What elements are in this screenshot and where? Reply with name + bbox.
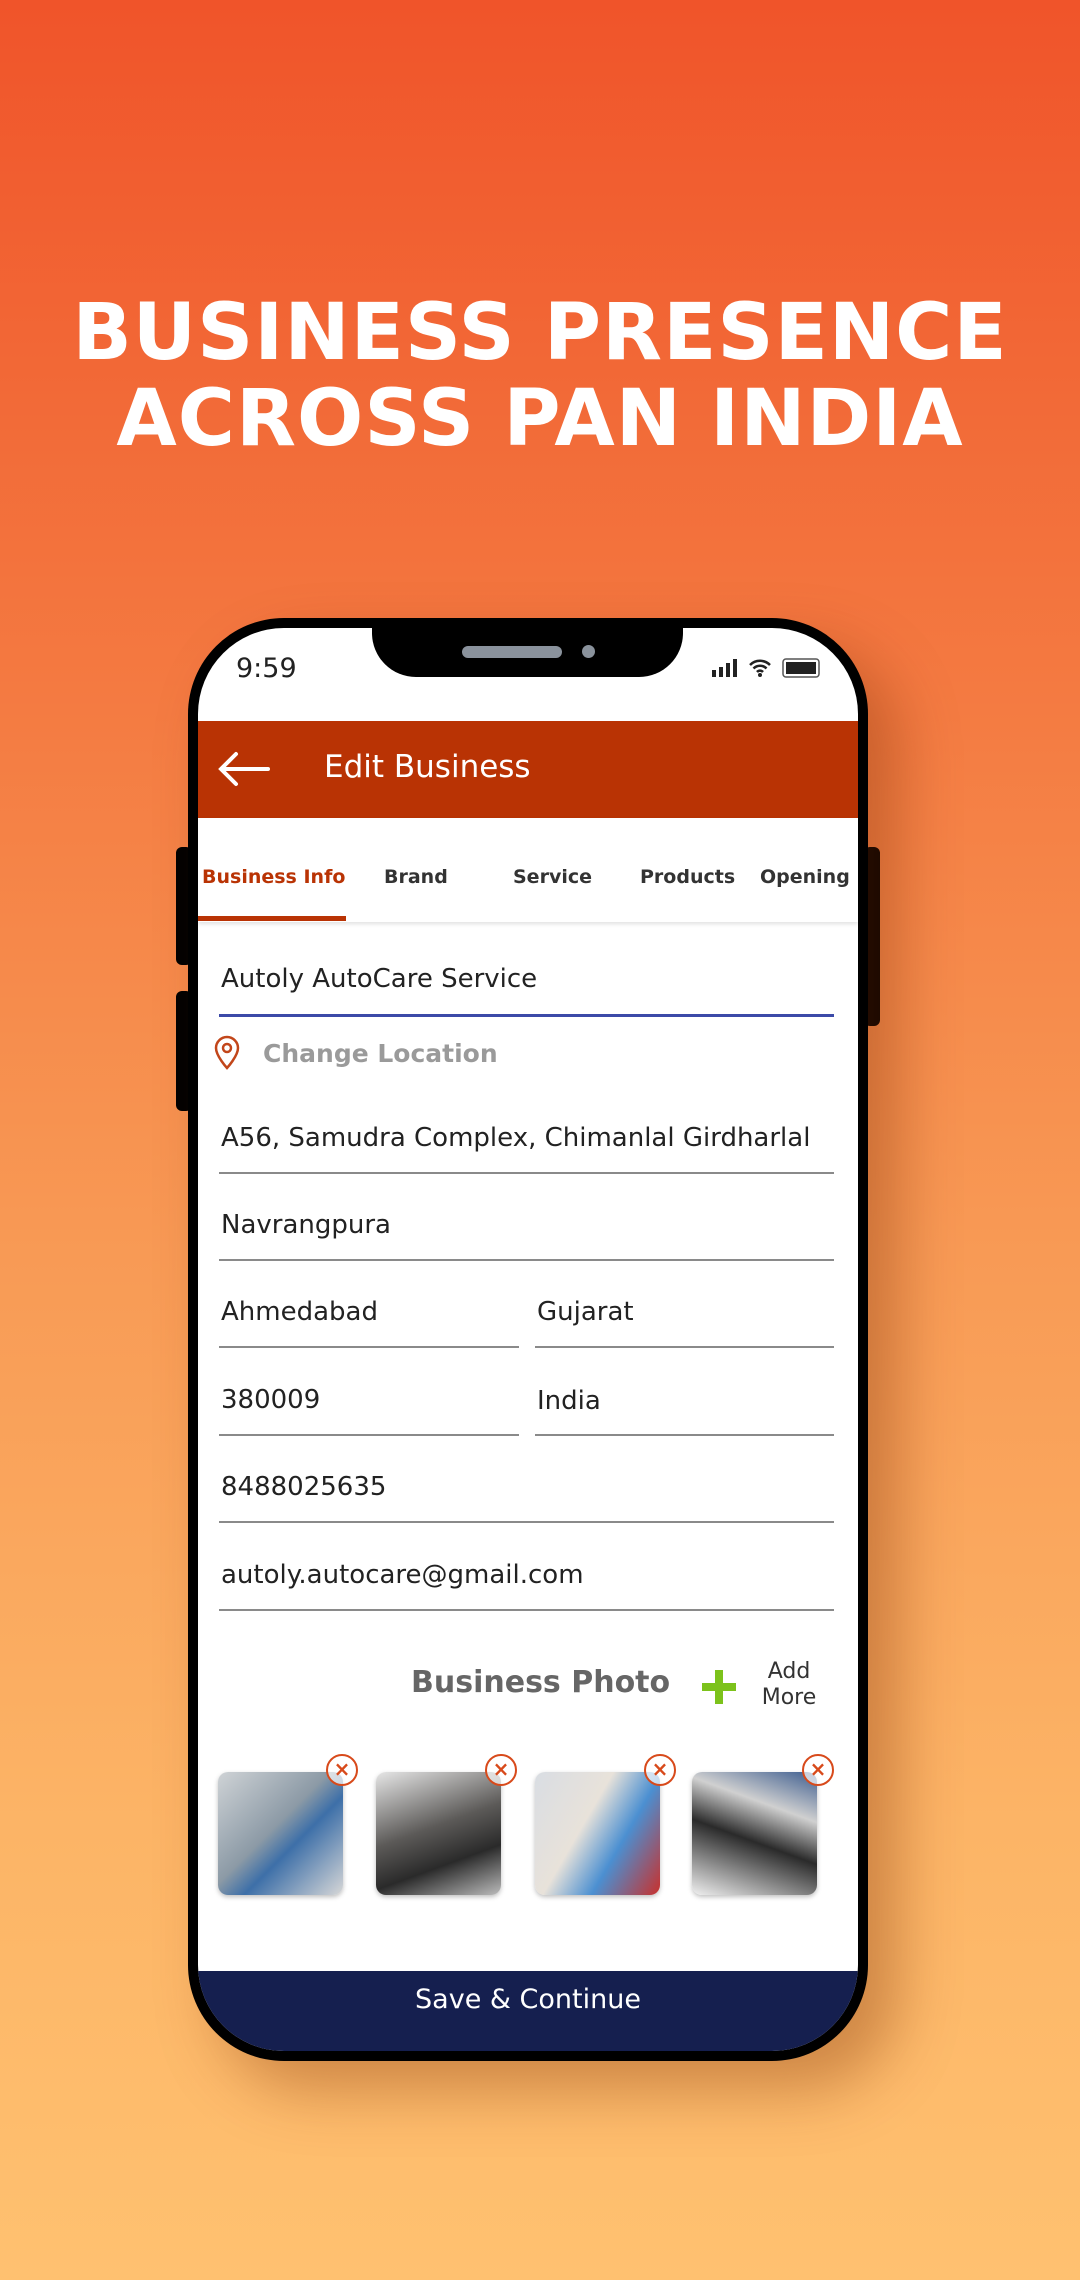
add-photo-plus-icon[interactable] bbox=[702, 1670, 736, 1704]
headline: BUSINESS PRESENCE ACROSS PAN INDIA bbox=[0, 290, 1080, 462]
remove-photo-icon[interactable]: × bbox=[644, 1754, 676, 1786]
tab-business-info[interactable]: Business Info bbox=[202, 866, 345, 888]
signal-icon bbox=[712, 659, 737, 677]
app-bar: Edit Business bbox=[198, 721, 858, 818]
tab-opening[interactable]: Opening bbox=[760, 866, 850, 888]
status-icons bbox=[712, 658, 820, 678]
state-input[interactable]: Gujarat bbox=[535, 1297, 834, 1348]
location-pin-icon bbox=[214, 1035, 240, 1070]
active-tab-indicator bbox=[198, 916, 346, 921]
phone-input[interactable]: 8488025635 bbox=[219, 1472, 834, 1523]
change-location-link[interactable]: Change Location bbox=[214, 1035, 498, 1071]
back-arrow-icon[interactable] bbox=[218, 751, 270, 787]
tab-bar: Business Info Brand Service Products Ope… bbox=[198, 818, 858, 922]
tab-brand[interactable]: Brand bbox=[384, 866, 448, 888]
save-continue-button[interactable]: Save & Continue bbox=[198, 1971, 858, 2051]
business-photo-heading: Business Photo bbox=[411, 1665, 671, 1700]
photo-thumb-car-polishing[interactable] bbox=[535, 1772, 660, 1895]
wifi-icon bbox=[749, 659, 771, 677]
photo-thumb-garage-lift[interactable] bbox=[218, 1772, 343, 1895]
change-location-label: Change Location bbox=[263, 1038, 498, 1068]
address-line2-input[interactable]: Navrangpura bbox=[219, 1210, 834, 1261]
headline-line-1: BUSINESS PRESENCE bbox=[72, 288, 1008, 378]
headline-line-2: ACROSS PAN INDIA bbox=[116, 374, 964, 464]
battery-icon bbox=[782, 658, 820, 678]
page-title: Edit Business bbox=[324, 749, 531, 785]
tab-products[interactable]: Products bbox=[640, 866, 735, 888]
country-input[interactable]: India bbox=[535, 1386, 834, 1436]
business-name-input[interactable]: Autoly AutoCare Service bbox=[219, 964, 834, 1017]
photo-thumb-tyre-service[interactable] bbox=[376, 1772, 501, 1895]
remove-photo-icon[interactable]: × bbox=[802, 1754, 834, 1786]
tab-service[interactable]: Service bbox=[513, 866, 592, 888]
phone-screen: 9:59 Edit Business Business Info Brand S… bbox=[198, 628, 858, 2051]
status-time: 9:59 bbox=[236, 653, 297, 684]
email-input[interactable]: autoly.autocare@gmail.com bbox=[219, 1560, 834, 1611]
address-line1-input[interactable]: A56, Samudra Complex, Chimanlal Girdharl… bbox=[219, 1123, 834, 1174]
remove-photo-icon[interactable]: × bbox=[326, 1754, 358, 1786]
photo-thumb-engine-repair[interactable] bbox=[692, 1772, 817, 1895]
notch bbox=[372, 628, 683, 677]
remove-photo-icon[interactable]: × bbox=[485, 1754, 517, 1786]
pincode-input[interactable]: 380009 bbox=[219, 1385, 519, 1436]
add-more-button[interactable]: Add More bbox=[758, 1659, 820, 1711]
city-input[interactable]: Ahmedabad bbox=[219, 1297, 519, 1348]
